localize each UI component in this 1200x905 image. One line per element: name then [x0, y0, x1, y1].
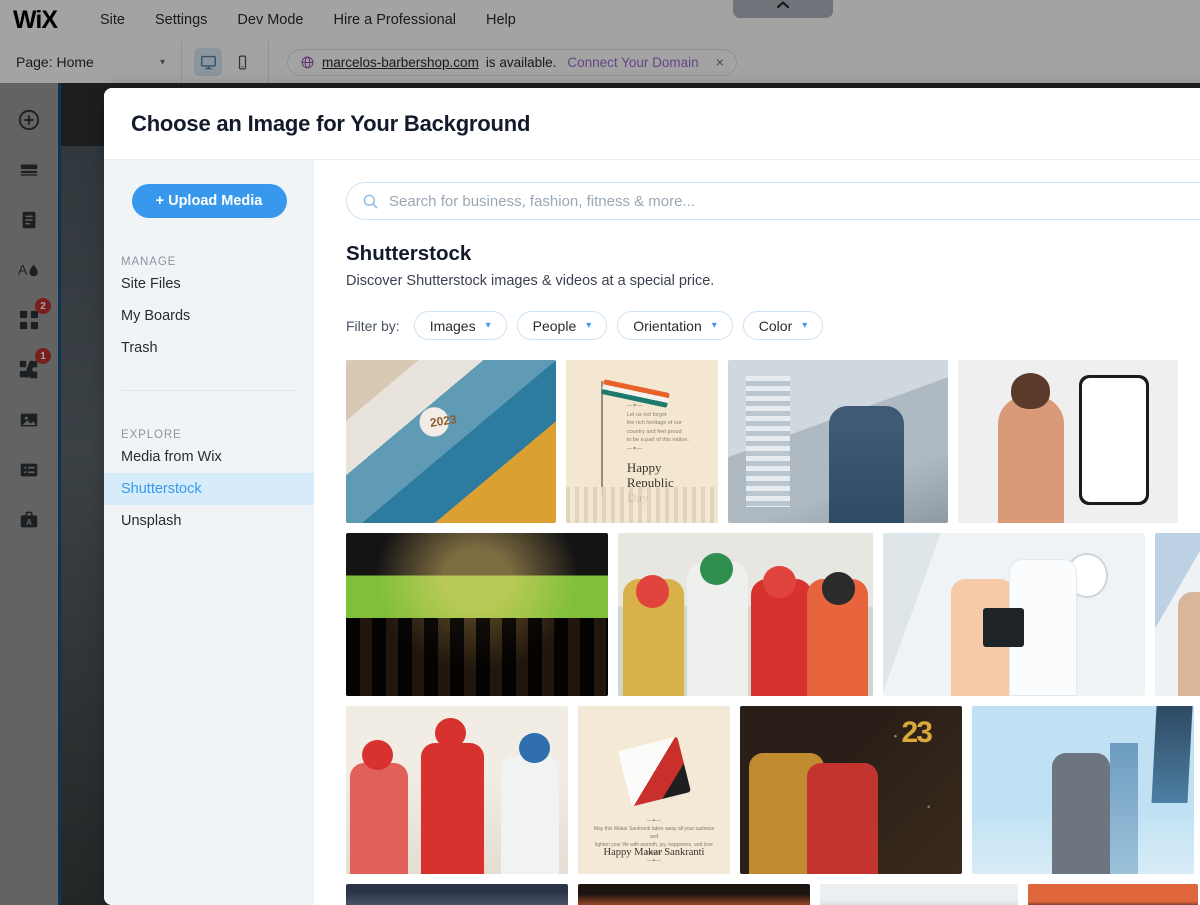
- image-thumbnail: [346, 706, 568, 874]
- image-thumbnail: [958, 360, 1178, 523]
- filter-chip-people[interactable]: People ▾: [516, 311, 608, 340]
- media-content-area: Shutterstock Discover Shutterstock image…: [314, 160, 1200, 905]
- image-tile[interactable]: 23: [740, 706, 962, 874]
- media-sidebar: + Upload Media MANAGE Site Files My Boar…: [104, 160, 314, 905]
- image-results-grid: —✦—Let us not forgetthe rich heritage of…: [346, 360, 1200, 905]
- image-thumbnail: [883, 533, 1145, 696]
- image-tile[interactable]: [883, 533, 1145, 696]
- media-manager-modal: Choose an Image for Your Background + Up…: [104, 88, 1200, 905]
- image-tile[interactable]: [346, 706, 568, 874]
- chevron-up-icon: [777, 1, 789, 8]
- image-tile[interactable]: [346, 360, 556, 523]
- image-tile[interactable]: [346, 884, 568, 905]
- image-tile[interactable]: [618, 533, 873, 696]
- image-thumbnail: [346, 360, 556, 523]
- image-tile[interactable]: [820, 884, 1018, 905]
- image-thumbnail: —✦— Let us not forget the rich heritage of…: [566, 360, 718, 523]
- modal-title: Choose an Image for Your Background: [131, 110, 531, 136]
- filter-chip-orientation-label: Orientation: [633, 317, 702, 334]
- sidebar-section-explore-heading: EXPLORE: [121, 429, 182, 441]
- sidebar-item-shutterstock[interactable]: Shutterstock: [104, 473, 314, 505]
- section-heading: Shutterstock: [346, 242, 472, 265]
- modal-body: + Upload Media MANAGE Site Files My Boar…: [104, 160, 1200, 905]
- image-tile[interactable]: [578, 884, 810, 905]
- filter-chip-color-label: Color: [758, 317, 793, 334]
- sidebar-item-site-files[interactable]: Site Files: [104, 268, 314, 300]
- image-thumbnail: [618, 533, 873, 696]
- image-thumbnail: [820, 884, 1018, 905]
- image-grid-row: [346, 884, 1200, 905]
- chevron-down-icon: ▾: [485, 320, 491, 331]
- filter-chip-images-label: Images: [429, 317, 476, 334]
- image-thumbnail: [1028, 884, 1198, 905]
- sidebar-section-manage-heading: MANAGE: [121, 256, 177, 268]
- chevron-down-icon: ▾: [711, 320, 717, 331]
- image-grid-row: [346, 533, 1200, 696]
- image-thumbnail: [972, 706, 1194, 874]
- image-thumbnail: [728, 360, 948, 523]
- image-thumbnail: [578, 884, 810, 905]
- section-subtitle: Discover Shutterstock images & videos at…: [346, 273, 715, 289]
- image-tile[interactable]: [1155, 533, 1200, 696]
- image-tile[interactable]: —✦— Let us not forget the rich heritage of…: [566, 360, 718, 523]
- sidebar-divider: [121, 390, 297, 391]
- image-grid-row: —✦—Let us not forgetthe rich heritage of…: [346, 360, 1200, 523]
- filter-bar: Filter by: Images ▾ People ▾ Orientation…: [346, 311, 1200, 340]
- image-tile[interactable]: [1028, 884, 1198, 905]
- sidebar-item-my-boards[interactable]: My Boards: [104, 300, 314, 332]
- filter-chip-color[interactable]: Color ▾: [742, 311, 824, 340]
- filter-chip-images[interactable]: Images ▾: [413, 311, 507, 340]
- image-tile[interactable]: [972, 706, 1194, 874]
- image-tile[interactable]: —✦— May this Makar Sankranti takes away a…: [578, 706, 730, 874]
- image-thumbnail: [346, 884, 568, 905]
- upload-media-button[interactable]: + Upload Media: [131, 184, 287, 218]
- search-icon: [363, 194, 378, 208]
- image-tile[interactable]: [346, 533, 608, 696]
- collapsed-panel-handle[interactable]: [733, 0, 833, 18]
- filter-chip-people-label: People: [532, 317, 577, 334]
- modal-header: Choose an Image for Your Background: [104, 88, 1200, 160]
- filter-chip-orientation[interactable]: Orientation ▾: [617, 311, 733, 340]
- sidebar-item-unsplash[interactable]: Unsplash: [104, 505, 314, 537]
- search-bar[interactable]: [346, 182, 1200, 220]
- image-tile[interactable]: [958, 360, 1178, 523]
- image-thumbnail: —✦— May this Makar Sankranti takes away a…: [578, 706, 730, 874]
- sidebar-item-trash[interactable]: Trash: [104, 332, 314, 364]
- wix-editor-screen: WiX Site Settings Dev Mode Hire a Profes…: [0, 0, 1200, 905]
- filter-by-label: Filter by:: [346, 317, 400, 334]
- sidebar-item-media-from-wix[interactable]: Media from Wix: [104, 441, 314, 473]
- search-input[interactable]: [389, 192, 1200, 210]
- image-thumbnail: [346, 533, 608, 696]
- chevron-down-icon: ▾: [586, 320, 592, 331]
- image-tile[interactable]: [728, 360, 948, 523]
- image-thumbnail: 23: [740, 706, 962, 874]
- image-grid-row: —✦— May this Makar Sankranti takes away a…: [346, 706, 1200, 874]
- image-thumbnail: [1155, 533, 1200, 696]
- chevron-down-icon: ▾: [802, 320, 808, 331]
